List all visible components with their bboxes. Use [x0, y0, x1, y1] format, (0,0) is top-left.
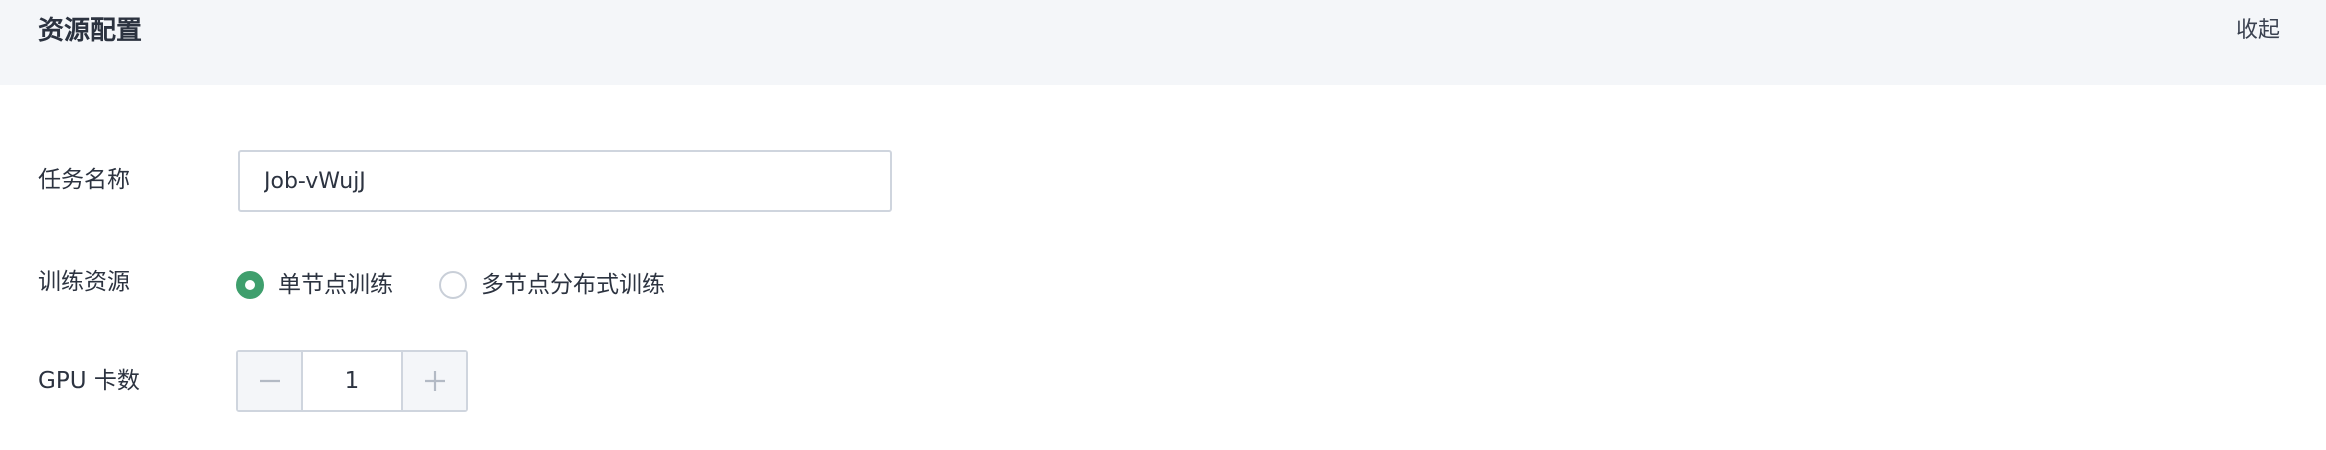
radio-checked-icon[interactable]: [236, 271, 264, 299]
gpu-count-value[interactable]: 1: [303, 352, 401, 410]
task-name-label: 任务名称: [38, 167, 130, 193]
increment-button[interactable]: [401, 352, 466, 410]
section-title: 资源配置: [38, 16, 143, 46]
training-resource-label: 训练资源: [38, 269, 130, 295]
collapse-button[interactable]: 收起: [2236, 15, 2280, 47]
radio-label-single-node: 单节点训练: [278, 272, 393, 298]
radio-unchecked-icon[interactable]: [439, 271, 467, 299]
minus-icon: [259, 379, 280, 383]
plus-icon: [424, 371, 445, 391]
radio-label-multi-node: 多节点分布式训练: [481, 272, 665, 298]
decrement-button[interactable]: [238, 352, 303, 410]
radio-multi-node[interactable]: 多节点分布式训练: [439, 269, 665, 301]
task-name-input[interactable]: [238, 150, 892, 212]
section-header: 资源配置 收起: [0, 0, 2326, 85]
training-resource-radio-group: 单节点训练 多节点分布式训练: [236, 267, 665, 303]
gpu-count-label: GPU 卡数: [38, 368, 140, 394]
radio-single-node[interactable]: 单节点训练: [236, 269, 393, 301]
gpu-count-stepper: 1: [236, 350, 468, 412]
